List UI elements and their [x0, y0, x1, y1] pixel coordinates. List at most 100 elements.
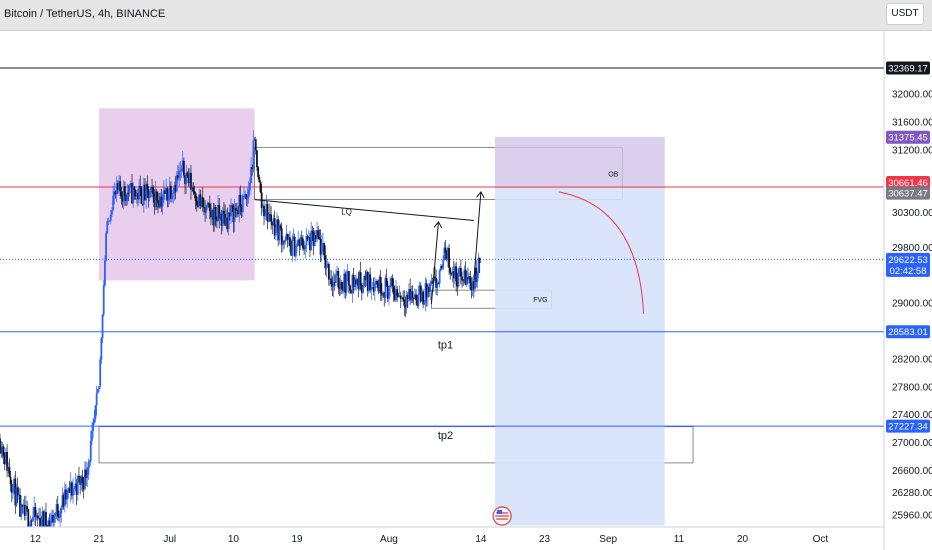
candle-body: [241, 195, 244, 213]
candle-body: [469, 276, 472, 284]
candle-body: [347, 271, 350, 286]
candle-body: [417, 294, 420, 306]
candle-body: [96, 388, 99, 394]
candle-body: [195, 200, 198, 206]
candle-body: [94, 405, 97, 419]
candle-body: [208, 204, 211, 211]
y-tick-label: 27400.00: [892, 410, 932, 421]
currency-button[interactable]: USDT: [886, 3, 924, 25]
y-tick-label: 30300.00: [892, 208, 932, 219]
annotation-tp2: tp2: [438, 430, 453, 442]
x-tick-label: Sep: [599, 534, 617, 545]
candle-body: [256, 150, 258, 167]
y-tick-label: 26280.00: [892, 488, 932, 499]
candle-body: [98, 386, 100, 389]
candle-body: [0, 438, 1, 451]
candle-body: [415, 294, 417, 301]
candle-body: [330, 278, 333, 285]
candle-body: [53, 516, 56, 523]
price-tag-value: 30637.47: [888, 189, 928, 200]
x-tick-label: 21: [93, 534, 105, 545]
candle-body: [402, 297, 405, 300]
candle-body: [389, 285, 392, 287]
x-tick-label: 11: [674, 534, 685, 545]
x-tick-label: 14: [475, 534, 487, 545]
candle-body: [434, 276, 436, 279]
candle-body: [16, 487, 19, 496]
candle-body: [124, 186, 126, 196]
candle-body: [461, 276, 463, 281]
candle-body: [201, 197, 204, 207]
chart-root: OB FVG LQ tp1 tp2 32000.00 31600.00 31200.00 303…: [0, 0, 932, 550]
candle-body: [264, 215, 267, 217]
candle-body: [325, 265, 328, 269]
price-tag-value: 27227.34: [888, 422, 928, 433]
candle-body: [146, 183, 149, 190]
candle-body: [320, 243, 323, 255]
candle-body: [161, 199, 164, 207]
candle-body: [182, 160, 185, 176]
lq-line: [254, 199, 474, 221]
candle-body: [270, 214, 272, 222]
y-tick-label: 29000.00: [892, 299, 932, 310]
candle-body: [457, 268, 460, 287]
candle-body: [87, 462, 90, 475]
candle-body: [403, 299, 406, 306]
candle-body: [442, 259, 445, 269]
candle-body: [120, 191, 123, 197]
candle-body: [234, 208, 237, 210]
candle-body: [385, 277, 388, 287]
candle-body: [388, 286, 390, 299]
candle-body: [76, 475, 79, 495]
candle-body: [327, 264, 330, 280]
candle-body: [302, 238, 304, 249]
candle-body: [186, 172, 189, 176]
us-flag-canton: [497, 510, 503, 514]
candle-body: [101, 314, 104, 339]
price-chart[interactable]: OB FVG LQ tp1 tp2 32000.00 31600.00 31200.00 303…: [0, 0, 932, 550]
candle-body: [111, 210, 113, 215]
candle-body: [267, 214, 270, 222]
candle-body: [86, 474, 89, 478]
candle-body: [12, 484, 14, 493]
candle-body: [167, 193, 170, 201]
y-tick-label: 25960.00: [892, 510, 932, 521]
x-tick-label: 10: [228, 534, 240, 545]
candle-body: [9, 477, 12, 485]
candle-body: [95, 393, 98, 406]
candle-body: [233, 208, 236, 222]
candle-body: [157, 200, 159, 204]
zone-label-fvg: FVG: [533, 297, 547, 304]
candle-body: [335, 274, 337, 283]
candle-body: [207, 203, 210, 205]
candle-body: [243, 195, 245, 197]
candle-body: [318, 237, 321, 240]
candle-body: [78, 475, 80, 478]
candle-body: [91, 431, 93, 441]
candle-body: [294, 246, 297, 257]
price-tag-value: 32369.17: [888, 63, 928, 74]
candle-body: [60, 507, 63, 514]
candle-body: [396, 289, 399, 296]
candle-body: [263, 205, 265, 217]
candle-body: [112, 195, 115, 211]
annotation-lq: LQ: [341, 208, 352, 217]
candle-body: [279, 225, 282, 229]
candle-body: [72, 489, 74, 496]
candle-body: [411, 291, 414, 299]
candle-body: [194, 193, 197, 201]
candle-body: [8, 467, 11, 478]
candle-body: [106, 221, 109, 234]
x-tick-label: 20: [737, 534, 749, 545]
candle-body: [376, 281, 379, 285]
candle-body: [88, 460, 91, 463]
y-tick-label: 31600.00: [892, 118, 932, 129]
candle-body: [248, 183, 251, 191]
x-tick-label: Aug: [380, 534, 398, 545]
y-tick-label: 29800.00: [892, 243, 932, 254]
zone-label-ob: OB: [608, 171, 618, 178]
candle-body: [370, 288, 373, 291]
x-tick-label: 23: [539, 534, 551, 545]
candle-body: [289, 237, 291, 246]
candle-body: [45, 512, 47, 526]
